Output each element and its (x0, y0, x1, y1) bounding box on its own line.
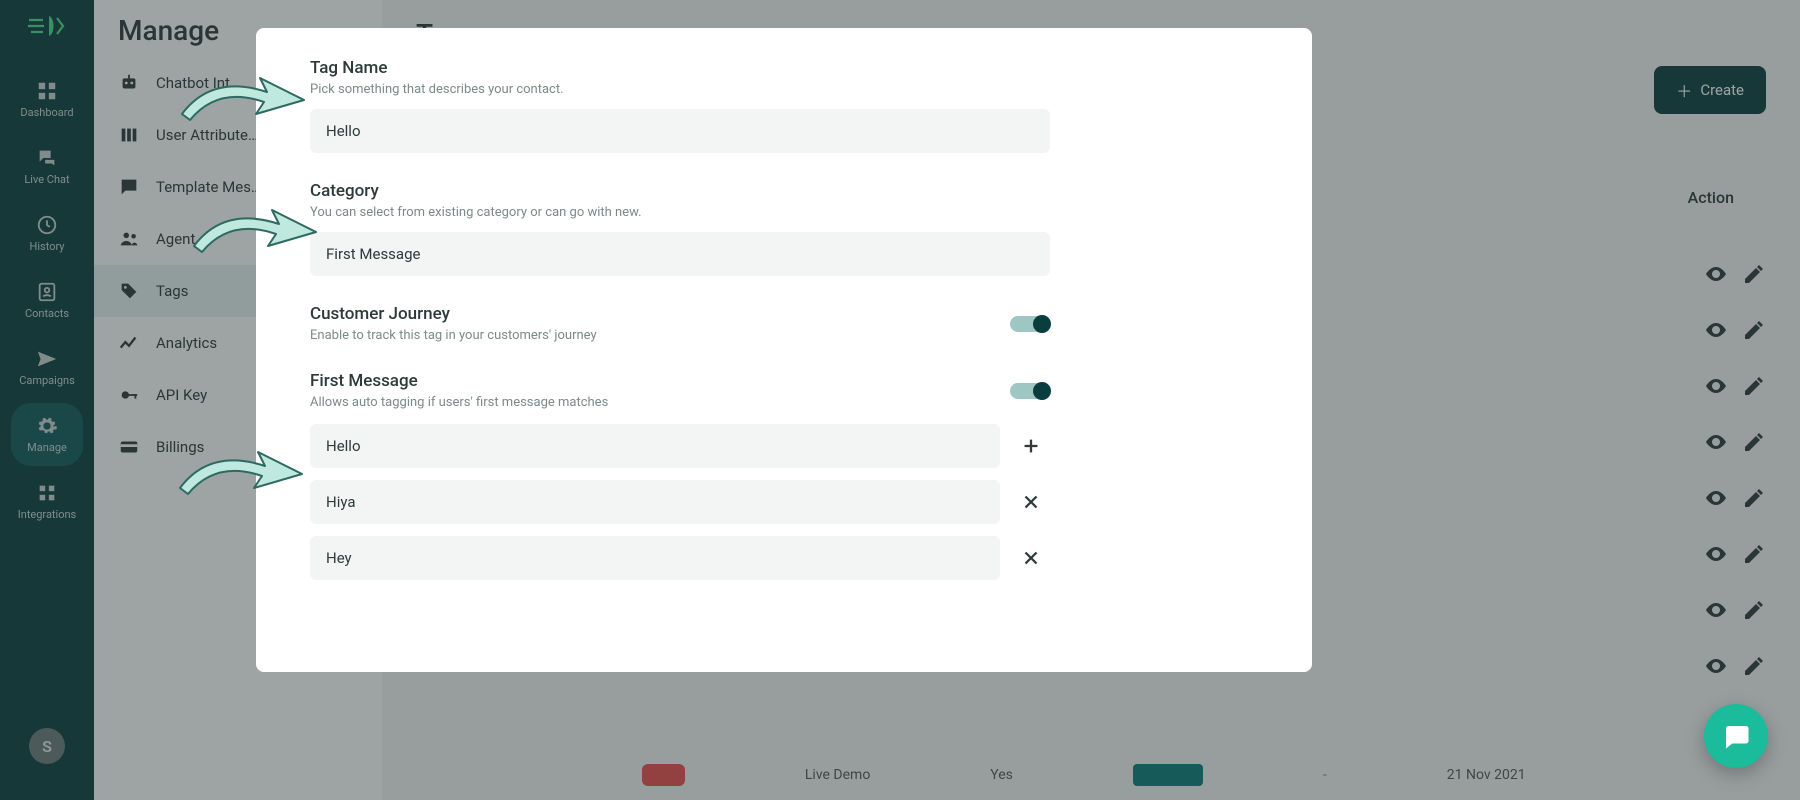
message-input[interactable] (310, 536, 1000, 580)
toggle-knob (1033, 382, 1051, 400)
first-message-toggle[interactable] (1010, 383, 1050, 399)
section-tag-name: Tag Name Pick something that describes y… (310, 58, 1274, 153)
message-row (310, 536, 1274, 580)
message-row (310, 424, 1274, 468)
customer-journey-toggle[interactable] (1010, 316, 1050, 332)
message-input[interactable] (310, 424, 1000, 468)
toggle-knob (1033, 315, 1051, 333)
section-title: Category (310, 181, 1274, 201)
section-description: You can select from existing category or… (310, 205, 1274, 220)
section-description: Allows auto tagging if users' first mess… (310, 395, 608, 410)
create-tag-dialog: Tag Name Pick something that describes y… (256, 28, 1312, 672)
section-customer-journey: Customer Journey Enable to track this ta… (310, 304, 1274, 343)
section-title: First Message (310, 371, 608, 391)
add-message-button[interactable] (1020, 435, 1042, 457)
category-input[interactable] (310, 232, 1050, 276)
tag-name-input[interactable] (310, 109, 1050, 153)
message-row (310, 480, 1274, 524)
section-title: Tag Name (310, 58, 1274, 78)
section-first-message: First Message Allows auto tagging if use… (310, 371, 1274, 580)
remove-message-button[interactable] (1020, 491, 1042, 513)
chat-bubble-icon (1721, 721, 1751, 751)
section-title: Customer Journey (310, 304, 597, 324)
chat-fab-button[interactable] (1704, 704, 1768, 768)
message-input[interactable] (310, 480, 1000, 524)
section-description: Pick something that describes your conta… (310, 82, 1274, 97)
section-category: Category You can select from existing ca… (310, 181, 1274, 276)
remove-message-button[interactable] (1020, 547, 1042, 569)
section-description: Enable to track this tag in your custome… (310, 328, 597, 343)
